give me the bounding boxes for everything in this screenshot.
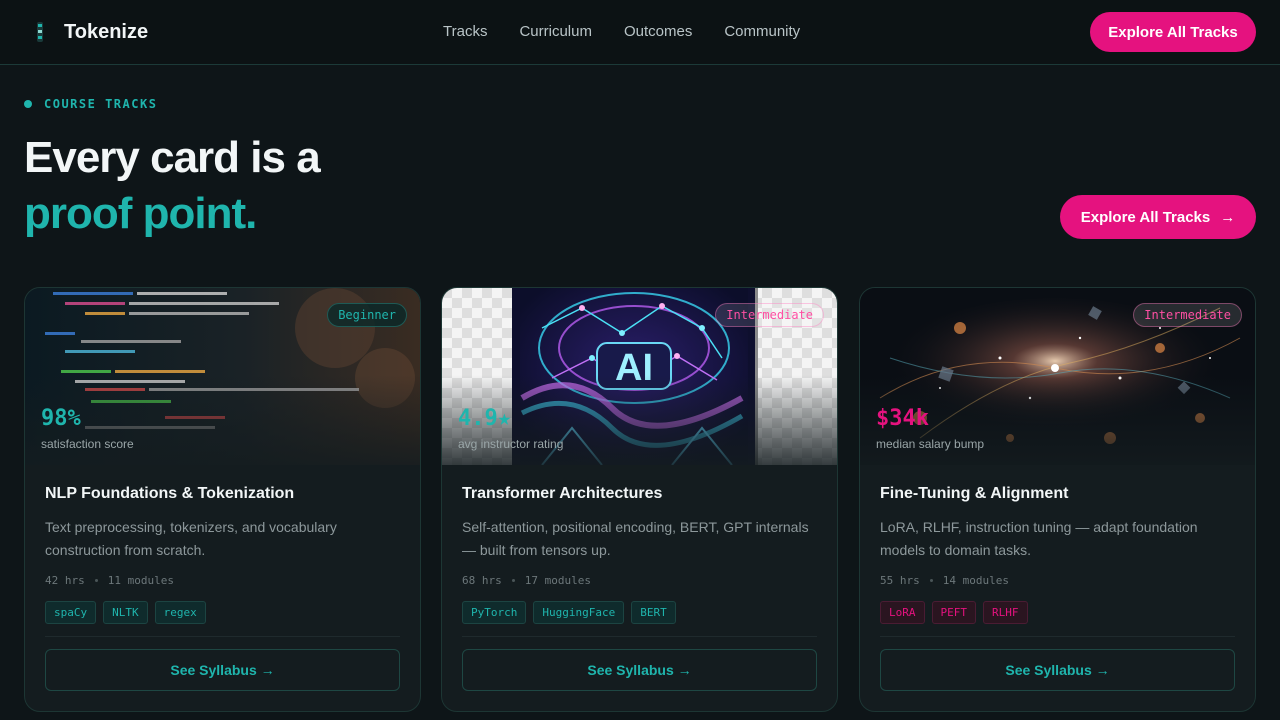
card-meta: 55 hrs 14 modules [880, 574, 1009, 587]
card-meta: 68 hrs 17 modules [462, 574, 591, 587]
headline-line-2: proof point. [24, 189, 257, 238]
nav-link-community[interactable]: Community [724, 23, 800, 40]
card-hours: 55 hrs [880, 574, 920, 587]
card-title: Fine-Tuning & Alignment [880, 485, 1069, 502]
tag: PEFT [931, 601, 976, 624]
eyebrow-dot-icon [24, 100, 32, 108]
tag: HuggingFace [533, 601, 625, 624]
card-divider [45, 636, 400, 637]
nav-links: Tracks Curriculum Outcomes Community [443, 23, 800, 40]
card-modules: 11 modules [107, 574, 174, 587]
card-modules: 14 modules [942, 574, 1009, 587]
card-hours: 42 hrs [45, 574, 85, 587]
brand-name: Tokenize [64, 20, 149, 43]
tag: LoRA [880, 601, 925, 624]
tag: spaCy [45, 601, 97, 624]
tag: PyTorch [462, 601, 527, 624]
card-divider [462, 636, 817, 637]
card-stat-label: median salary bump [876, 437, 985, 451]
nav-link-outcomes[interactable]: Outcomes [624, 23, 692, 40]
hero-headline: Every card is a proof point. [24, 130, 321, 242]
nav-explore-button[interactable]: Explore All Tracks [1090, 12, 1256, 52]
level-badge: Beginner [327, 303, 407, 327]
card-stat-label: satisfaction score [41, 437, 134, 451]
media-fade [25, 375, 420, 465]
card-modules: 17 modules [524, 574, 591, 587]
hero-explore-button[interactable]: Explore All Tracks → [1060, 195, 1256, 239]
meta-separator-icon [94, 579, 98, 582]
tag: regex [154, 601, 206, 624]
tag: BERT [631, 601, 676, 624]
see-syllabus-button[interactable]: See Syllabus → [45, 649, 400, 691]
level-badge: Intermediate [1133, 303, 1242, 327]
card-hours: 68 hrs [462, 574, 502, 587]
see-syllabus-button[interactable]: See Syllabus → [462, 649, 817, 691]
tag: NLTK [103, 601, 148, 624]
course-card-fine-tuning[interactable]: Intermediate $34k median salary bump Fin… [859, 287, 1256, 712]
tag: RLHF [983, 601, 1028, 624]
meta-separator-icon [929, 579, 933, 582]
arrow-right-icon: → [1220, 208, 1236, 226]
card-title: NLP Foundations & Tokenization [45, 485, 295, 502]
card-stat-label: avg instructor rating [458, 437, 564, 451]
meta-separator-icon [511, 579, 515, 582]
card-stat: $34k [876, 406, 929, 431]
hero-explore-label: Explore All Tracks [1080, 208, 1211, 226]
card-description: Self-attention, positional encoding, BER… [462, 519, 809, 558]
brand-logo-icon [37, 22, 43, 42]
card-tags: spaCy NLTK regex [45, 601, 206, 624]
nav-link-curriculum[interactable]: Curriculum [519, 23, 592, 40]
course-card-nlp[interactable]: Beginner 98% satisfaction score NLP Foun… [24, 287, 421, 712]
card-image-ai-brain: AI Intermediate 4.9★ avg instructor rati… [442, 288, 837, 465]
brand[interactable]: Tokenize [30, 20, 148, 44]
eyebrow-text: COURSE TRACKS [44, 97, 158, 111]
card-description: Text preprocessing, tokenizers, and voca… [45, 519, 337, 558]
see-syllabus-button[interactable]: See Syllabus → [880, 649, 1235, 691]
card-meta: 42 hrs 11 modules [45, 574, 174, 587]
card-tags: PyTorch HuggingFace BERT [462, 601, 676, 624]
card-image-particles: Intermediate $34k median salary bump [860, 288, 1255, 465]
level-badge: Intermediate [715, 303, 824, 327]
nav-link-tracks[interactable]: Tracks [443, 23, 487, 40]
course-card-transformers[interactable]: AI Intermediate 4.9★ avg instructor rati… [441, 287, 838, 712]
card-description: LoRA, RLHF, instruction tuning — adapt f… [880, 519, 1198, 558]
card-image-code: Beginner 98% satisfaction score [25, 288, 420, 465]
card-stat: 98% [41, 406, 81, 431]
card-tags: LoRA PEFT RLHF [880, 601, 1028, 624]
headline-line-1: Every card is a [24, 133, 321, 182]
card-stat: 4.9★ [458, 406, 511, 431]
section-eyebrow: COURSE TRACKS [24, 97, 157, 111]
card-title: Transformer Architectures [462, 485, 663, 502]
card-divider [880, 636, 1235, 637]
top-nav: Tokenize Tracks Curriculum Outcomes Comm… [0, 0, 1280, 65]
